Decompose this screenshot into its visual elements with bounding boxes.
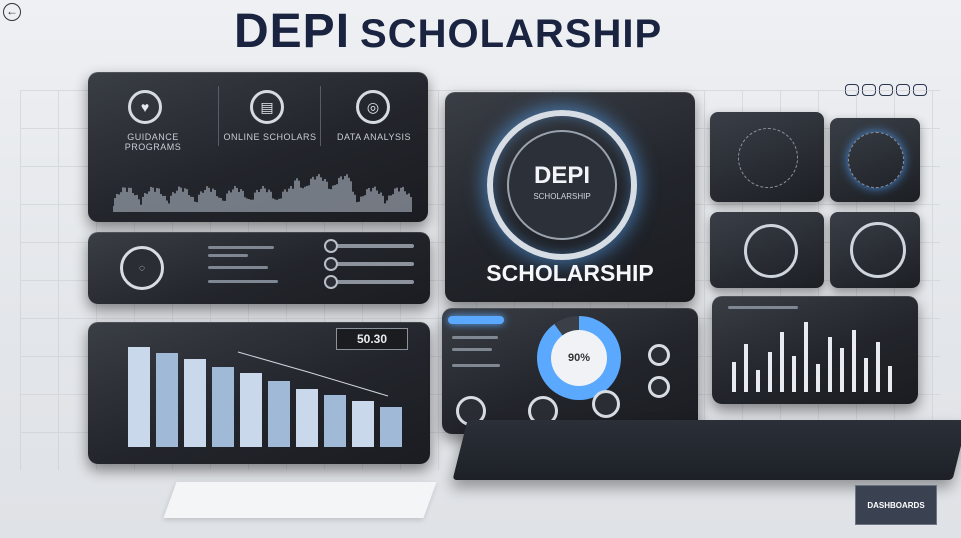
dial-tile[interactable] bbox=[710, 212, 824, 288]
round-button[interactable] bbox=[648, 344, 670, 366]
laptop-surface bbox=[452, 420, 961, 480]
item-online-label: ONLINE SCHOLARS bbox=[223, 132, 317, 142]
round-button[interactable] bbox=[592, 390, 620, 418]
paper-sheet bbox=[163, 482, 437, 518]
title-part2: SCHOLARSHIP bbox=[360, 12, 663, 56]
heart-icon: ♥ bbox=[128, 90, 162, 124]
title-part1: DEPI bbox=[234, 5, 351, 58]
slider-knob[interactable] bbox=[324, 257, 338, 271]
toggle-dial-icon[interactable]: ◌ bbox=[120, 246, 164, 290]
spike-bar bbox=[744, 344, 748, 392]
radar-tile[interactable] bbox=[710, 112, 824, 202]
center-controls-panel: 90% bbox=[442, 308, 698, 434]
descending-bar-chart bbox=[128, 347, 402, 447]
spike-bar bbox=[792, 356, 796, 392]
spike-bar bbox=[888, 366, 892, 392]
bar bbox=[212, 367, 234, 447]
scholarship-card: DEPI SCHOLARSHIP SCHOLARSHIP bbox=[445, 92, 695, 302]
bar bbox=[240, 373, 262, 447]
spike-bar bbox=[780, 332, 784, 392]
bar bbox=[296, 389, 318, 447]
radar-tile[interactable] bbox=[830, 118, 920, 202]
back-arrow-icon[interactable]: ← bbox=[3, 3, 21, 21]
spike-bar bbox=[804, 322, 808, 392]
controls-panel: ◌ bbox=[88, 232, 430, 304]
spike-bar bbox=[732, 362, 736, 392]
bar bbox=[352, 401, 374, 447]
donut-label: 90% bbox=[551, 330, 607, 386]
bar-chart-panel: 50.30 bbox=[88, 322, 430, 464]
bar bbox=[156, 353, 178, 447]
spike-bar bbox=[840, 348, 844, 392]
dial-tile[interactable] bbox=[830, 212, 920, 288]
spike-bar bbox=[828, 337, 832, 392]
bar bbox=[128, 347, 150, 447]
dashboards-badge: DASHBOARDS bbox=[855, 485, 937, 525]
spike-bar bbox=[756, 370, 760, 392]
bar bbox=[268, 381, 290, 447]
page-title: DEPI SCHOLARSHIP bbox=[234, 4, 662, 59]
top-left-panel: ♥ ▤ ◎ GUIDANCE PROGRAMS ONLINE SCHOLARS … bbox=[88, 72, 428, 222]
spike-bar bbox=[768, 352, 772, 392]
chart-icon: ◎ bbox=[356, 90, 390, 124]
spike-bar bbox=[816, 364, 820, 392]
round-button[interactable] bbox=[648, 376, 670, 398]
bar bbox=[324, 395, 346, 447]
spike-bar-chart bbox=[732, 322, 892, 392]
document-icon: ▤ bbox=[250, 90, 284, 124]
card-label: SCHOLARSHIP bbox=[486, 260, 654, 286]
item-data-label: DATA ANALYSIS bbox=[336, 132, 412, 142]
slider-knob[interactable] bbox=[324, 239, 338, 253]
spike-bar bbox=[876, 342, 880, 392]
right-bar-panel bbox=[712, 296, 918, 404]
spike-bar bbox=[852, 330, 856, 392]
spike-bar bbox=[864, 358, 868, 392]
waveform-chart bbox=[113, 174, 412, 212]
ring-subtitle: SCHOLARSHIP bbox=[533, 192, 591, 201]
item-guidance-label: GUIDANCE PROGRAMS bbox=[124, 132, 182, 152]
bar bbox=[184, 359, 206, 447]
slider-knob[interactable] bbox=[324, 275, 338, 289]
bar bbox=[380, 407, 402, 447]
ring-title: DEPI bbox=[533, 162, 590, 189]
